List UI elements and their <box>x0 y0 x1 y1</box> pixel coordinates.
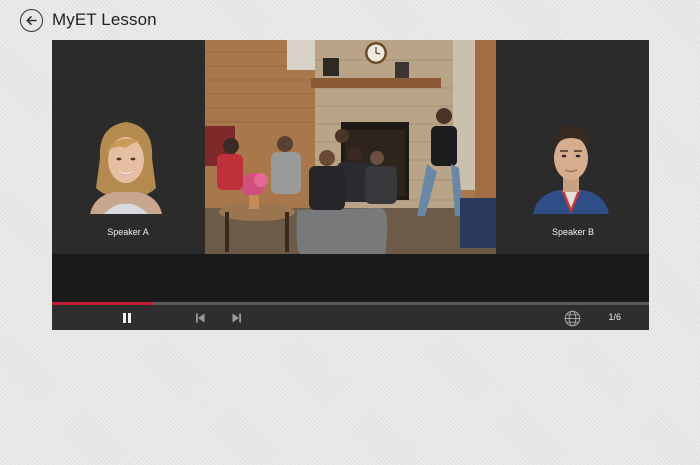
app-header: MyET Lesson <box>20 8 157 32</box>
video-player: Speaker A Speaker B 1/6 <box>52 40 649 330</box>
pause-button[interactable] <box>119 310 135 326</box>
speaker-b-label: Speaker B <box>551 227 595 237</box>
back-button[interactable] <box>20 8 43 32</box>
video-frame-image <box>205 40 496 254</box>
language-button[interactable] <box>563 309 581 327</box>
page-title: MyET Lesson <box>52 10 157 29</box>
player-controls: 1/6 <box>52 305 649 330</box>
video-frame <box>205 40 496 254</box>
next-button[interactable] <box>229 310 245 326</box>
caption-area <box>52 254 649 302</box>
pause-icon <box>123 313 131 323</box>
globe-icon <box>564 310 580 326</box>
arrow-left-icon <box>26 15 37 25</box>
speaker-b-avatar <box>533 126 609 214</box>
page-indicator: 1/6 <box>608 312 621 322</box>
skip-next-icon <box>232 313 241 323</box>
skip-previous-icon <box>196 313 205 323</box>
previous-button[interactable] <box>192 310 208 326</box>
speaker-b-panel: Speaker B <box>497 40 649 254</box>
speaker-a-panel: Speaker A <box>52 40 204 254</box>
video-stage: Speaker A Speaker B <box>52 40 649 254</box>
speaker-a-label: Speaker A <box>107 227 149 237</box>
speaker-a-avatar <box>90 122 162 214</box>
